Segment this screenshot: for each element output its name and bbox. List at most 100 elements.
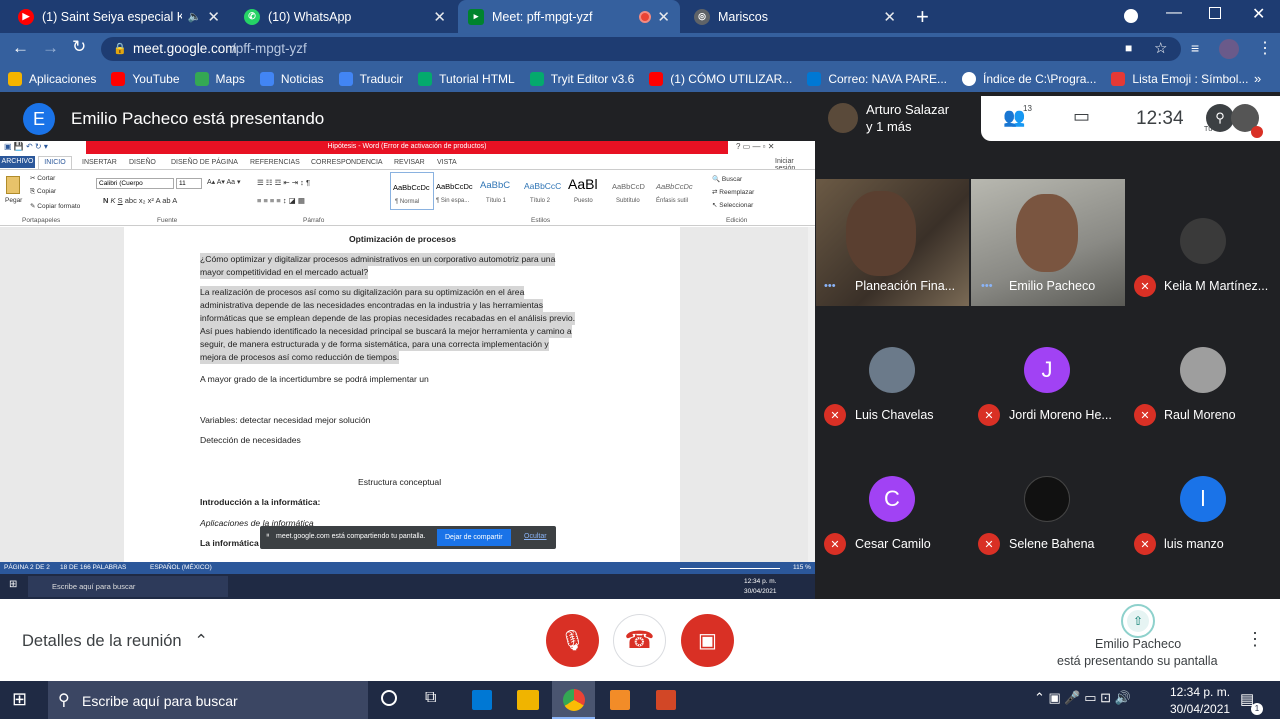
present-now-button[interactable]: ⇧	[1121, 604, 1155, 638]
participant-tile[interactable]: ✕ Raul Moreno	[1125, 308, 1280, 435]
cut-button[interactable]: ✂ Cortar	[30, 174, 55, 182]
bookmark-item[interactable]: Noticias	[259, 71, 324, 86]
style-puesto[interactable]: AaBl Puesto	[566, 172, 610, 210]
doc-paragraph-line: mejora de procesos así como reducción de…	[200, 351, 400, 364]
leave-call-button[interactable]: ☎	[613, 614, 666, 667]
tab-diseno-pagina[interactable]: DISEÑO DE PÁGINA	[171, 159, 238, 166]
find-button[interactable]: 🔍 Buscar	[712, 175, 742, 183]
bookmark-item[interactable]: Tryit Editor v3.6	[529, 71, 634, 86]
sublime-icon[interactable]	[610, 690, 630, 710]
participant-tile[interactable]: ✕ Selene Bahena	[971, 437, 1125, 564]
zoom-slider[interactable]	[680, 568, 780, 569]
bookmark-item[interactable]: YouTube	[111, 71, 180, 86]
paste-icon[interactable]	[6, 176, 20, 194]
windows-start-icon[interactable]: ⊞	[12, 689, 27, 710]
tab-mariscos[interactable]: ◎ Mariscos ✕	[684, 0, 906, 33]
font-name-box[interactable]: Calibri (Cuerpo	[96, 178, 174, 189]
chat-icon[interactable]: ▭	[1073, 106, 1090, 127]
align-icons[interactable]: ≡ ≡ ≡ ≡ ↕ ◪ ▦	[257, 196, 305, 205]
tab-archivo[interactable]: ARCHIVO	[0, 156, 35, 168]
meeting-details-button[interactable]: Detalles de la reunión ⌃	[22, 631, 208, 651]
share-message: meet.google.com está compartiendo tu pan…	[276, 533, 426, 540]
tab-meet[interactable]: ▸ Meet: pff-mpgt-yzf ✕	[458, 0, 680, 33]
tab-search-button[interactable]	[1124, 9, 1138, 23]
mic-toggle-button[interactable]: 🎙	[546, 614, 599, 667]
video-tile[interactable]: ••• Planeación Fina...	[816, 179, 969, 306]
bookmark-item[interactable]: Traducir	[338, 71, 403, 86]
taskbar-search-box[interactable]: ⚲ Escribe aquí para buscar	[48, 681, 368, 719]
camera-icon[interactable]: ■	[1125, 41, 1132, 55]
participant-tile[interactable]: J ✕ Jordi Moreno He...	[971, 308, 1125, 435]
bookmark-item[interactable]: Correo: NAVA PARE...	[807, 71, 947, 86]
new-tab-button[interactable]: +	[916, 4, 929, 30]
font-format-icons[interactable]: N K S abc x₂ x² A ab A	[103, 196, 177, 205]
close-tab-icon[interactable]: ✕	[883, 8, 896, 26]
tab-saint-seiya[interactable]: ▶ (1) Saint Seiya especial Kazuki 🔈 ✕	[8, 0, 230, 33]
menu-icon[interactable]: ⋮	[1257, 38, 1273, 58]
back-icon[interactable]: ←	[12, 38, 29, 58]
bookmark-item[interactable]: Índice de C:\Progra...	[962, 71, 1096, 86]
font-size-box[interactable]: 11	[176, 178, 202, 189]
list-icons[interactable]: ☰ ☷ ☲ ⇤ ⇥ ↕ ¶	[257, 178, 310, 187]
store-icon[interactable]	[472, 690, 492, 710]
tab-inicio[interactable]: INICIO	[38, 156, 72, 169]
more-bookmarks-icon[interactable]: »	[1254, 71, 1261, 86]
file-explorer-icon[interactable]	[517, 690, 539, 710]
star-icon[interactable]: ☆	[1154, 39, 1167, 57]
system-tray-icons[interactable]: ⌃ ▣ 🎤 ▭ ⊡ 🔊	[1034, 690, 1131, 706]
task-view-icon[interactable]: ⧉	[425, 689, 436, 707]
volume-icon[interactable]: 🔈	[188, 10, 202, 23]
restore-button[interactable]	[1209, 7, 1221, 19]
style-subtitulo[interactable]: AaBbCcD Subtítulo	[610, 172, 654, 210]
participant-tile[interactable]: ✕ Luis Chavelas	[816, 308, 969, 435]
format-painter-button[interactable]: ✎ Copiar formato	[30, 202, 80, 210]
media-control-icon[interactable]: ≡	[1191, 40, 1199, 56]
omnibox[interactable]: 🔒 meet.google.com /pff-mpgt-yzf ■ ☆	[101, 37, 1181, 61]
tab-diseno[interactable]: DISEÑO	[129, 159, 156, 166]
style-sin-espaciado[interactable]: AaBbCcDc ¶ Sin espa...	[434, 172, 478, 210]
bookmark-item[interactable]: Aplicaciones	[8, 71, 96, 86]
tab-revisar[interactable]: REVISAR	[394, 159, 425, 166]
forward-icon[interactable]: →	[42, 38, 59, 58]
document-page[interactable]: Optimización de procesos ¿Cómo optimizar…	[124, 227, 680, 562]
copy-button[interactable]: ⎘ Copiar	[30, 188, 56, 196]
select-button[interactable]: ↖ Seleccionar	[712, 201, 753, 209]
cortana-icon[interactable]	[381, 690, 397, 706]
participant-tile[interactable]: ✕ Keila M Martínez...	[1125, 179, 1280, 306]
tab-vista[interactable]: VISTA	[437, 159, 457, 166]
reload-icon[interactable]: ↻	[72, 37, 86, 57]
style-enfasis-sutil[interactable]: AaBbCcDc Énfasis sutil	[654, 172, 698, 210]
participant-tile[interactable]: C ✕ Cesar Camilo	[816, 437, 969, 564]
camera-toggle-button[interactable]: ▣	[681, 614, 734, 667]
bookmark-item[interactable]: Tutorial HTML	[418, 71, 515, 86]
powerpoint-icon[interactable]	[656, 690, 676, 710]
hide-link[interactable]: Ocultar	[524, 533, 547, 540]
style-titulo-1[interactable]: AaBbC Título 1	[478, 172, 522, 210]
close-window-button[interactable]: ✕	[1252, 4, 1265, 24]
close-tab-icon[interactable]: ✕	[657, 8, 670, 26]
bookmark-item[interactable]: Lista Emoji : Símbol...	[1111, 71, 1248, 86]
url-path: /pff-mpgt-yzf	[232, 41, 307, 56]
bookmark-item[interactable]: (1) CÓMO UTILIZAR...	[649, 71, 792, 86]
participant-tile[interactable]: l ✕ luis manzo	[1125, 437, 1280, 564]
style-normal[interactable]: AaBbCcDc ¶ Normal	[390, 172, 434, 210]
more-options-icon[interactable]: ⋮	[1246, 629, 1264, 650]
video-tile[interactable]: ••• Emilio Pacheco	[971, 179, 1125, 306]
tab-whatsapp[interactable]: ✆ (10) WhatsApp ✕	[234, 0, 456, 33]
font-grow-shrink-icons[interactable]: A▴ A▾ Aa ▾	[207, 178, 241, 186]
close-tab-icon[interactable]: ✕	[433, 8, 446, 26]
style-titulo-2[interactable]: AaBbCcC Título 2	[522, 172, 566, 210]
profile-avatar[interactable]	[1219, 39, 1239, 59]
bookmark-item[interactable]: Maps	[194, 71, 245, 86]
doc-scrollbar[interactable]	[808, 227, 815, 562]
close-tab-icon[interactable]: ✕	[207, 8, 220, 26]
minimize-button[interactable]: —	[1166, 4, 1182, 22]
tab-insertar[interactable]: INSERTAR	[82, 159, 117, 166]
tab-referencias[interactable]: REFERENCIAS	[250, 159, 300, 166]
share-notification: ⏸ meet.google.com está compartiendo tu p…	[260, 526, 556, 549]
drag-handle-icon[interactable]: ⏸	[266, 532, 270, 540]
tab-correspondencia[interactable]: CORRESPONDENCIA	[311, 159, 383, 166]
replace-button[interactable]: ⇄ Reemplazar	[712, 188, 754, 196]
stop-sharing-button[interactable]: Dejar de compartir	[437, 529, 511, 546]
chrome-taskbar-item[interactable]	[552, 681, 595, 719]
